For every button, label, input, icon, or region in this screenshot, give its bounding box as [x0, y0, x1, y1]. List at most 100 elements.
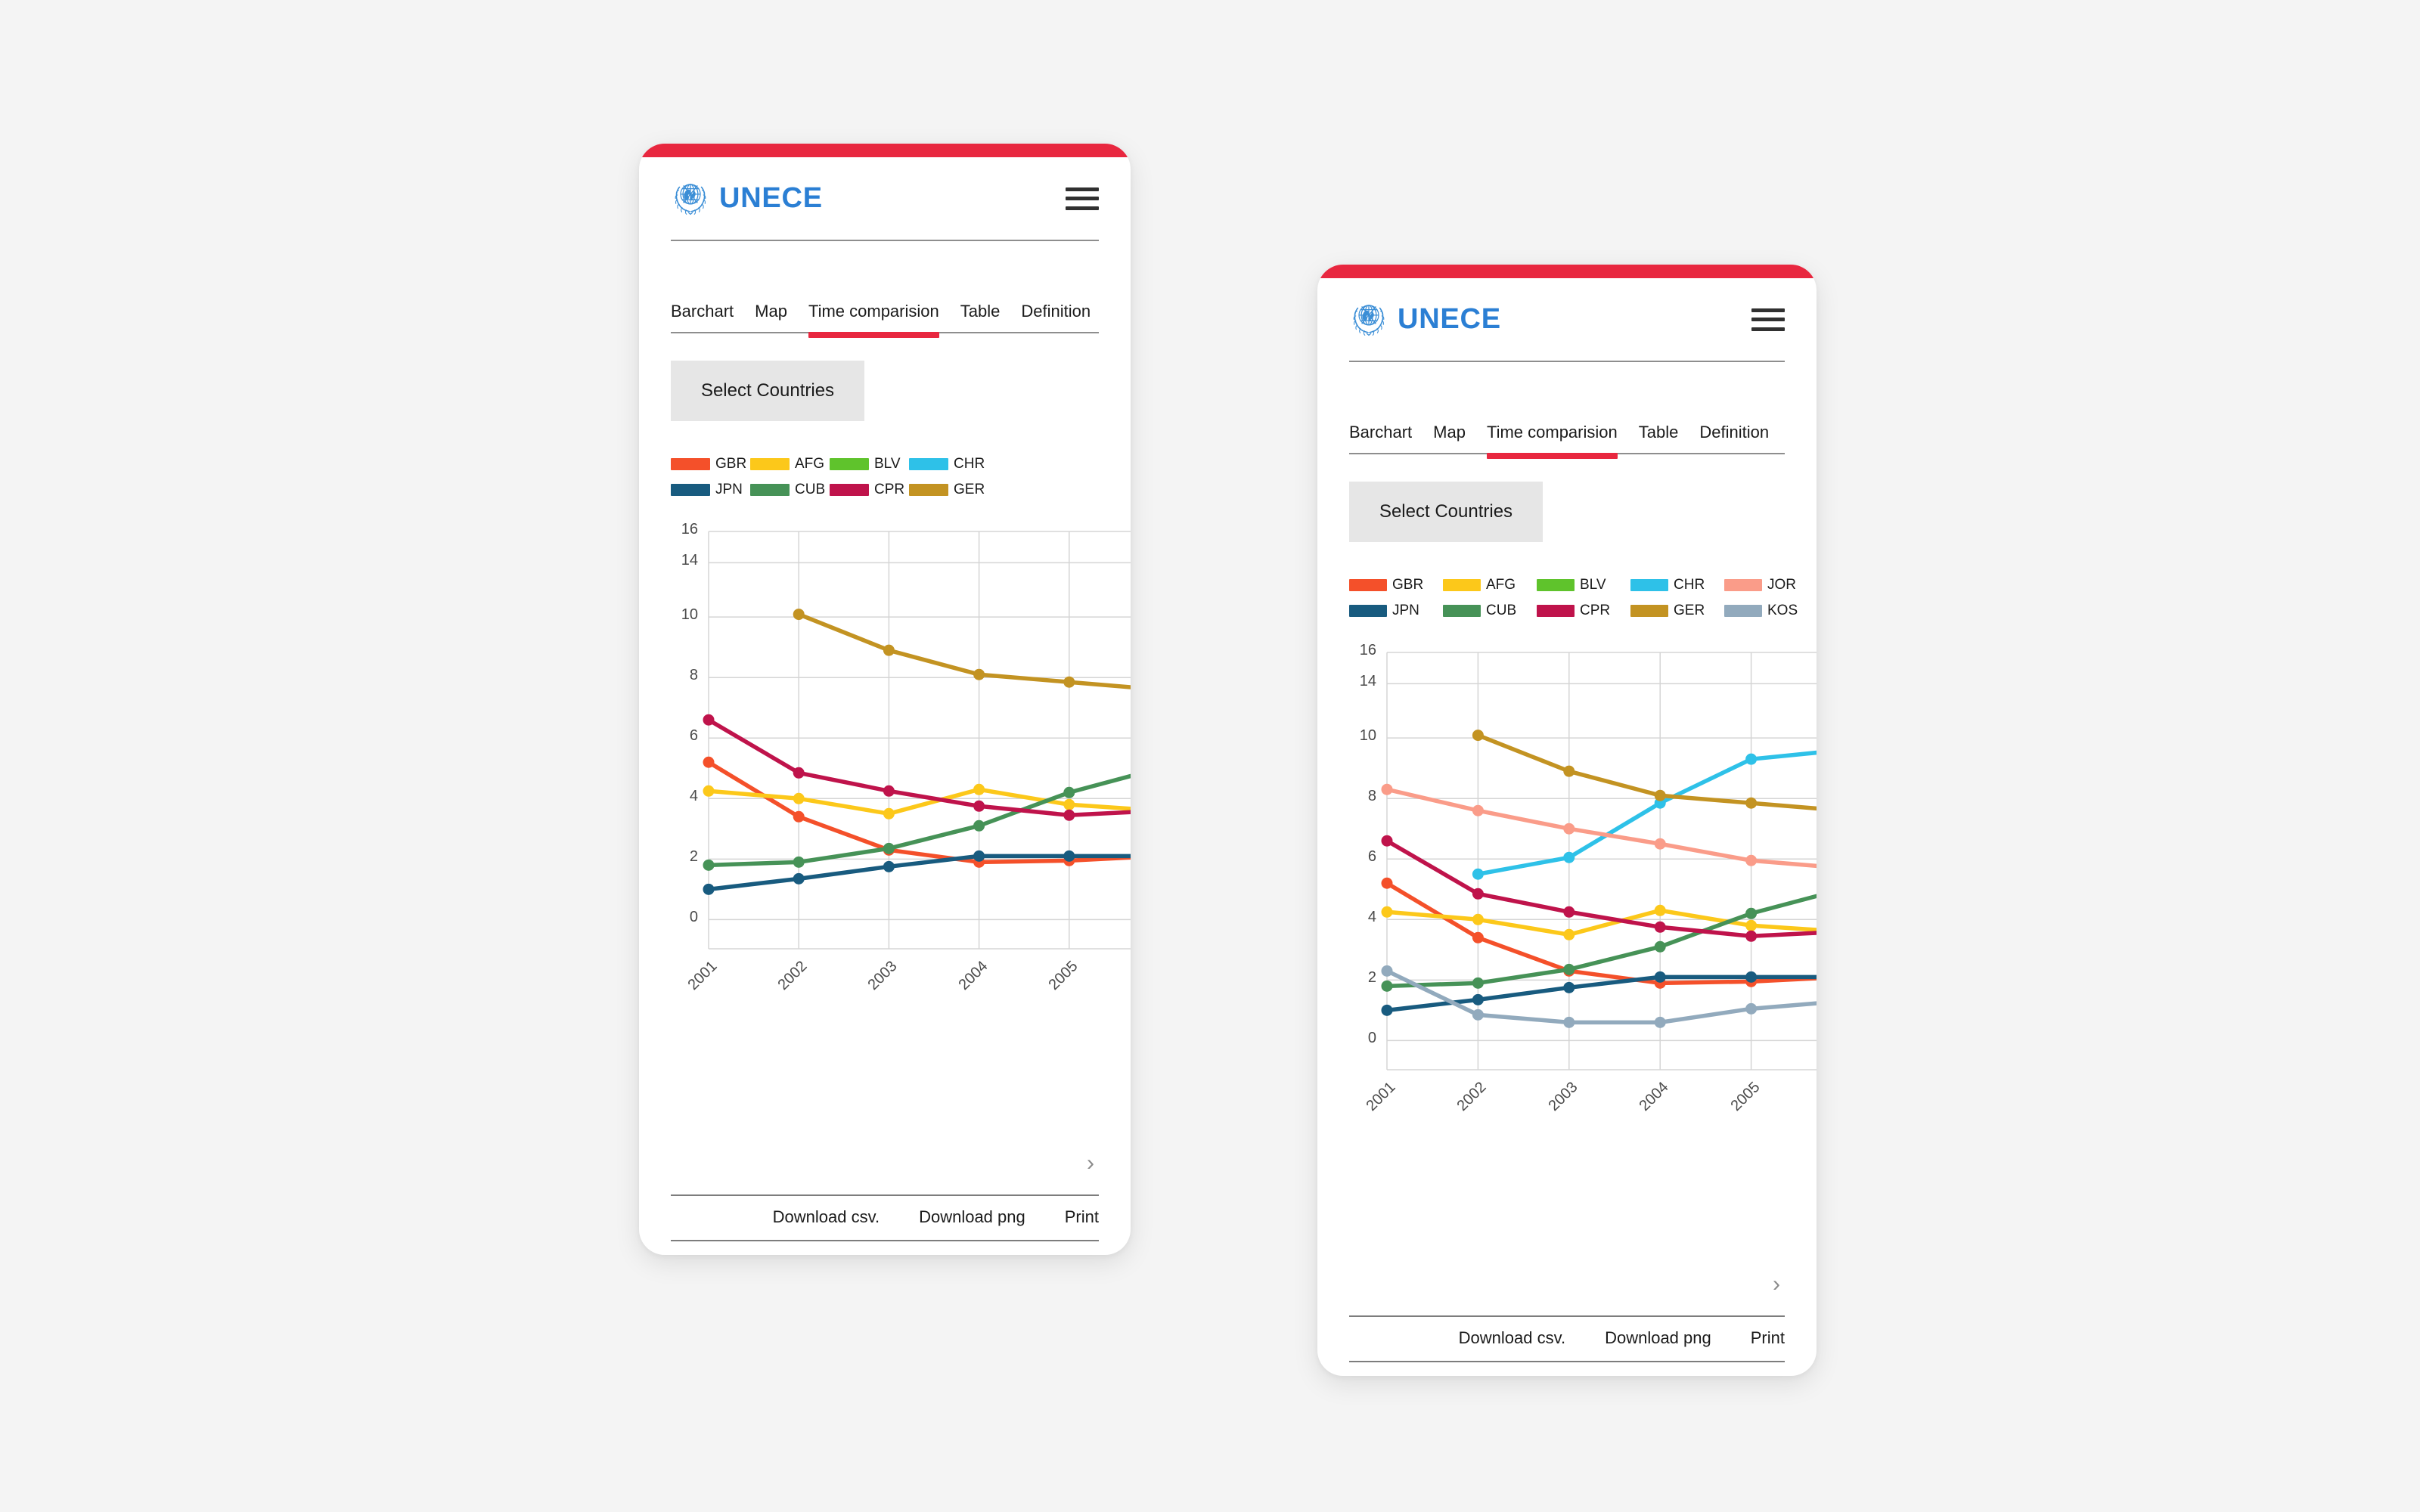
legend-item-blv[interactable]: BLV — [1537, 577, 1630, 593]
tab-label: Barchart — [671, 302, 734, 321]
tab-map[interactable]: Map — [755, 302, 787, 321]
y-axis-tick-label: 8 — [689, 667, 698, 684]
legend-item-blv[interactable]: BLV — [830, 456, 909, 472]
legend-swatch — [830, 484, 869, 496]
app-screen-right: UNECE Barchart Map Time comparision Tabl… — [1317, 278, 1817, 1376]
tab-label: Map — [1433, 423, 1466, 442]
print-button[interactable]: Print — [1751, 1328, 1785, 1348]
active-tab-underline — [808, 332, 939, 338]
legend-item-afg[interactable]: AFG — [750, 456, 830, 472]
legend-swatch — [1349, 605, 1387, 617]
legend-label: GBR — [715, 456, 747, 472]
footer-bottom-divider — [671, 1240, 1099, 1241]
legend-item-jor[interactable]: JOR — [1724, 577, 1817, 593]
legend-swatch — [1537, 579, 1575, 591]
hamburger-menu-icon[interactable] — [1751, 308, 1785, 331]
legend-label: CPR — [874, 482, 905, 497]
legend-swatch — [671, 484, 710, 496]
select-countries-button[interactable]: Select Countries — [671, 361, 864, 421]
legend-label: BLV — [874, 456, 901, 472]
tab-definition[interactable]: Definition — [1021, 302, 1091, 321]
legend-label: GER — [1674, 603, 1705, 618]
legend-label: CHR — [954, 456, 985, 472]
tab-time-comparision[interactable]: Time comparision — [808, 302, 939, 338]
primary-tab-bar: Barchart Map Time comparision Table Defi… — [671, 280, 1099, 338]
legend-swatch — [671, 458, 710, 470]
legend-label: CHR — [1674, 577, 1705, 593]
y-axis-tick-label: 10 — [1359, 727, 1376, 745]
download-csv-button[interactable]: Download csv. — [773, 1207, 880, 1227]
brand-logo[interactable]: UNECE — [1349, 298, 1501, 341]
legend-item-kos[interactable]: KOS — [1724, 603, 1817, 619]
tab-definition[interactable]: Definition — [1699, 423, 1769, 442]
chevron-right-icon[interactable]: › — [1773, 1272, 1780, 1297]
tab-barchart[interactable]: Barchart — [1349, 423, 1412, 442]
legend-item-cpr[interactable]: CPR — [1537, 603, 1630, 619]
brand-name: UNECE — [719, 182, 823, 214]
tab-label: Time comparision — [808, 302, 939, 321]
download-png-button[interactable]: Download png — [919, 1207, 1025, 1227]
phone-mockup-right: UNECE Barchart Map Time comparision Tabl… — [1317, 265, 1817, 1376]
legend-label: AFG — [1486, 577, 1516, 593]
tab-table[interactable]: Table — [960, 302, 1001, 321]
footer-top-divider — [671, 1194, 1099, 1196]
tab-label: Map — [755, 302, 787, 321]
legend-swatch — [830, 458, 869, 470]
y-axis-tick-label: 6 — [1367, 848, 1376, 866]
footer-bottom-divider — [1349, 1361, 1785, 1362]
top-accent-bar — [639, 144, 1131, 157]
legend-label: KOS — [1767, 603, 1798, 618]
tab-time-comparision[interactable]: Time comparision — [1486, 423, 1618, 459]
legend-swatch — [1630, 579, 1668, 591]
legend-swatch — [1724, 579, 1762, 591]
header-divider — [1349, 361, 1785, 362]
tab-label: Barchart — [1349, 423, 1413, 442]
time-series-chart-right: 0 2 4 6 8 10 14 16 2001 2002 2003 2004 2005 — [1317, 636, 1817, 1218]
y-axis-tick-label: 4 — [1367, 909, 1376, 926]
legend-item-jpn[interactable]: JPN — [671, 482, 750, 498]
y-axis-tick-label: 0 — [689, 909, 698, 926]
un-emblem-icon — [1349, 298, 1388, 341]
chevron-right-icon[interactable]: › — [1087, 1151, 1094, 1176]
legend-swatch — [1630, 605, 1668, 617]
footer-top-divider — [1349, 1315, 1785, 1317]
active-tab-underline — [1486, 453, 1618, 459]
legend-item-cpr[interactable]: CPR — [830, 482, 909, 498]
tab-label: Time comparision — [1486, 423, 1618, 442]
y-axis-tick-label: 16 — [1359, 642, 1376, 658]
chart-actions-footer: Download csv. Download png Print — [1349, 1321, 1785, 1355]
brand-name: UNECE — [1398, 303, 1501, 335]
tab-barchart[interactable]: Barchart — [671, 302, 734, 321]
tab-label: Definition — [1021, 302, 1091, 321]
y-axis-tick-label: 8 — [1367, 788, 1376, 805]
legend-label: CUB — [795, 482, 826, 497]
legend-item-cub[interactable]: CUB — [1443, 603, 1537, 619]
download-csv-button[interactable]: Download csv. — [1459, 1328, 1565, 1348]
time-series-chart-left: 0 2 4 6 8 10 14 16 2001 2002 2003 2004 2005 — [639, 515, 1131, 1097]
download-png-button[interactable]: Download png — [1605, 1328, 1711, 1348]
print-button[interactable]: Print — [1065, 1207, 1099, 1227]
legend-swatch — [750, 458, 790, 470]
legend-item-ger[interactable]: GER — [909, 482, 988, 498]
legend-item-gbr[interactable]: GBR — [1349, 577, 1443, 593]
top-accent-bar — [1317, 265, 1817, 278]
app-header: UNECE — [639, 157, 1131, 220]
legend-item-chr[interactable]: CHR — [909, 456, 988, 472]
brand-logo[interactable]: UNECE — [671, 177, 823, 220]
legend-item-chr[interactable]: CHR — [1630, 577, 1724, 593]
legend-item-ger[interactable]: GER — [1630, 603, 1724, 619]
legend-item-gbr[interactable]: GBR — [671, 456, 750, 472]
legend-swatch — [1724, 605, 1762, 617]
legend-item-jpn[interactable]: JPN — [1349, 603, 1443, 619]
y-axis-tick-label: 16 — [681, 521, 698, 538]
primary-tab-bar: Barchart Map Time comparision Table Defi… — [1349, 401, 1785, 459]
legend-item-cub[interactable]: CUB — [750, 482, 830, 498]
chart-actions-footer: Download csv. Download png Print — [671, 1201, 1099, 1234]
legend-item-afg[interactable]: AFG — [1443, 577, 1537, 593]
un-emblem-icon — [671, 177, 710, 220]
hamburger-menu-icon[interactable] — [1066, 187, 1099, 210]
legend-label: AFG — [795, 456, 825, 472]
tab-table[interactable]: Table — [1639, 423, 1679, 442]
tab-map[interactable]: Map — [1433, 423, 1466, 442]
select-countries-button[interactable]: Select Countries — [1349, 482, 1543, 542]
